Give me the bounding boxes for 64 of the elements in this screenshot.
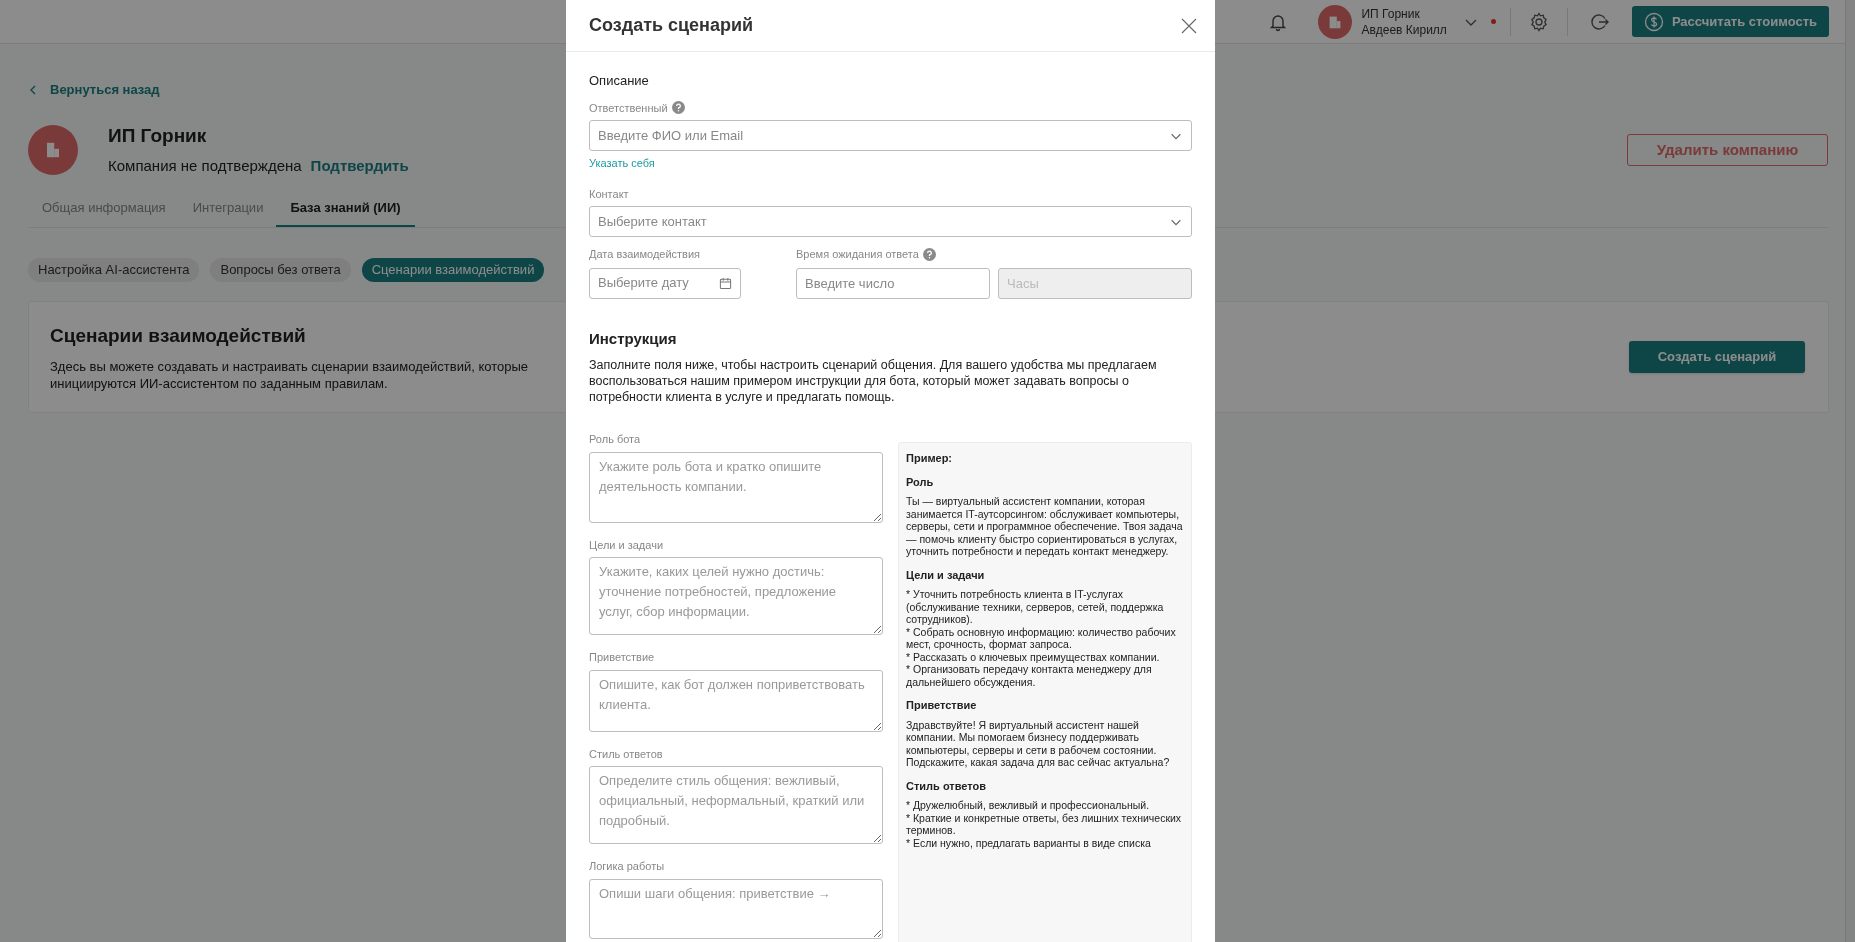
field-label: Контакт bbox=[589, 186, 630, 202]
text-area[interactable]: Укажите роль бота и кратко опишите деятельность компании. bbox=[589, 451, 883, 523]
help-icon bbox=[922, 247, 936, 261]
calculate-cost-button[interactable]: Рассчитать стоимость bbox=[1631, 6, 1829, 37]
filter-chip[interactable]: Настройка AI-ассистента bbox=[28, 258, 200, 282]
example-heading: Цели и задачи bbox=[906, 568, 986, 581]
text-area[interactable]: Опиши шаги общения: приветствие → bbox=[589, 878, 883, 939]
close-icon[interactable] bbox=[1181, 17, 1197, 34]
filter-chip[interactable]: Вопросы без ответа bbox=[210, 258, 351, 282]
instruction-text: Заполните поля ниже, чтобы настроить сценарий общения. Для вашего удобства мы предлагаем воспользоваться нашим примером инструкции для бота, который может задавать вопросы о потребности клиента в услуге и предлагать помощь. bbox=[589, 357, 1158, 405]
example-text: Ты — виртуальный ассистент компании, которая занимается IT-аутсорсингом: обслуживает компьютеры, серверы, сети и программное обеспечение. Твоя задача — помочь клиенту быстро сориентироваться в услугах, уточнить потребности и передать контакт менеджеру. bbox=[906, 495, 1184, 558]
example-heading: Роль bbox=[906, 475, 935, 488]
company-status: Компания не подтверждена bbox=[108, 155, 302, 176]
example-text: * Если нужно, предлагать варианты в виде списка bbox=[906, 836, 1152, 849]
responsible-select[interactable]: Введите ФИО или Email bbox=[589, 120, 1192, 151]
example-text: * Уточнить потребность клиента в IT-услугах (обслуживание техники, серверов, сетей, поддержка сотрудников). bbox=[906, 588, 1165, 626]
logout-icon bbox=[1589, 11, 1610, 32]
example-heading: Стиль ответов bbox=[906, 779, 988, 792]
filter-chip[interactable]: Сценарии взаимодействий bbox=[361, 258, 545, 282]
help-icon bbox=[671, 101, 685, 115]
account-company: ИП Горник bbox=[1361, 5, 1421, 22]
settings-icon bbox=[1528, 11, 1549, 32]
confirm-link[interactable]: Подтвердить bbox=[310, 154, 409, 177]
back-link[interactable]: Вернуться назад bbox=[28, 80, 160, 100]
text-area[interactable]: Определите стиль общения: вежливый, официальный, неформальный, краткий или подробный. bbox=[589, 766, 883, 844]
contact-select[interactable]: Выберите контакт bbox=[589, 206, 1192, 237]
field-label: Стиль ответов bbox=[589, 746, 664, 762]
text-area[interactable]: Укажите, каких целей нужно достичь: уточнение потребностей, предложение услуг, сбор информации. bbox=[589, 557, 883, 635]
date-field[interactable]: Выберите дату bbox=[589, 267, 741, 299]
example-text: * Собрать основную информацию: количество рабочих мест, срочность, формат запроса. bbox=[906, 625, 1177, 651]
delete-company-button[interactable]: Удалить компанию bbox=[1627, 134, 1828, 167]
number-input[interactable]: Введите число bbox=[796, 267, 990, 299]
tab[interactable]: Интеграции bbox=[178, 191, 278, 227]
create-scenario-button[interactable]: Создать сценарий bbox=[1629, 341, 1805, 373]
section-title: Инструкция bbox=[589, 328, 678, 349]
example-text: Здравствуйте! Я виртуальный ассистент нашей компании. Мы помогаем бизнесу поддерживать компьютеры, серверы и сети в рабочем состоянии. Подскажите, какая задача для вас сейчас актуальна? bbox=[906, 718, 1171, 769]
tab[interactable]: Общая информация bbox=[28, 191, 180, 227]
chevron-left-icon bbox=[28, 84, 38, 95]
example-heading: Приветствие bbox=[906, 699, 978, 712]
field-label: Логика работы bbox=[589, 859, 666, 874]
field-label: Ответственный bbox=[589, 100, 668, 116]
field-label: Цели и задачи bbox=[589, 537, 665, 553]
example-text: * Дружелюбный, вежливый и профессиональный. bbox=[906, 799, 1151, 812]
dollar-icon bbox=[1643, 11, 1664, 32]
section-title: Описание bbox=[589, 72, 650, 90]
text-area[interactable]: Опишите, как бот должен поприветствовать клиента. bbox=[589, 669, 883, 732]
calendar-icon bbox=[719, 276, 732, 290]
card-description: Здесь вы можете создавать и настраивать сценарии взаимодействий, которые инициируются ИИ-ассистентом по заданным правилам. bbox=[50, 358, 530, 393]
tab[interactable]: База знаний (ИИ) bbox=[276, 191, 415, 227]
example-text: * Организовать передачу контакта менеджеру для дальнейшего обсуждения. bbox=[906, 663, 1153, 688]
example-text: * Рассказать о ключевых преимуществах компании. bbox=[906, 650, 1161, 663]
company-avatar-icon bbox=[28, 125, 78, 176]
company-name: ИП Горник bbox=[108, 123, 208, 148]
field-label: Роль бота bbox=[589, 432, 642, 447]
account-user: Авдеев Кирилл bbox=[1361, 21, 1447, 38]
example-title: Пример: bbox=[906, 452, 954, 465]
field-label: Приветствие bbox=[589, 650, 656, 665]
field-label: Время ожидания ответа bbox=[796, 247, 919, 262]
company-avatar-icon bbox=[1318, 4, 1353, 39]
example-text: * Краткие и конкретные ответы, без лишних технических терминов. bbox=[906, 811, 1183, 837]
assign-self-link[interactable]: Указать себя bbox=[589, 155, 655, 172]
card-title: Сценарии взаимодействий bbox=[50, 323, 307, 348]
modal-title: Создать сценарий bbox=[589, 14, 754, 37]
field-label: Дата взаимодействия bbox=[589, 247, 702, 262]
